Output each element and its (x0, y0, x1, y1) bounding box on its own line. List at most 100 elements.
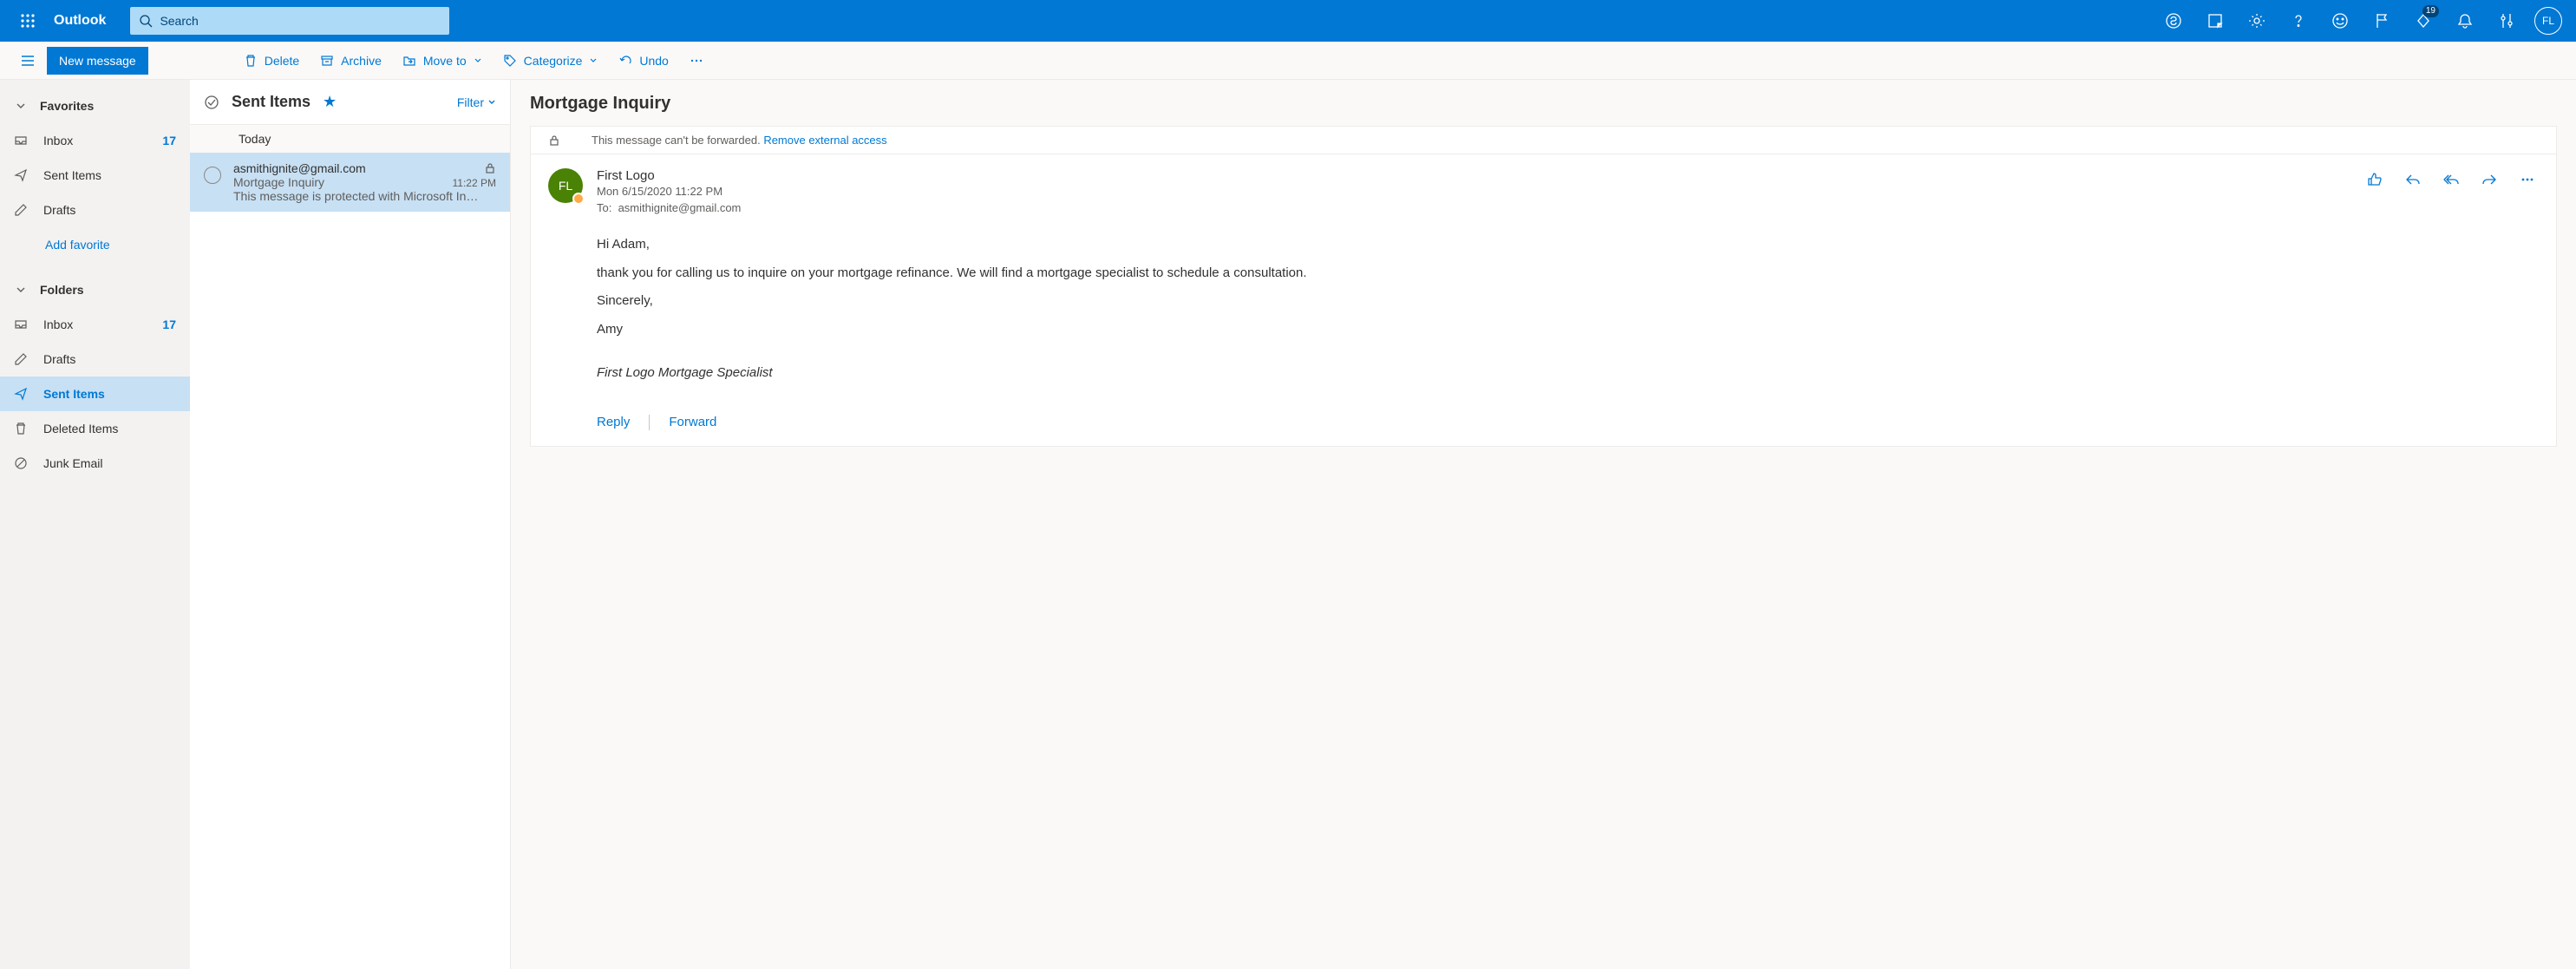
nav-sent-items[interactable]: Sent Items (0, 158, 190, 193)
search-icon (139, 14, 153, 28)
to-value: asmithignite@gmail.com (618, 201, 742, 214)
folder-move-icon (402, 54, 416, 68)
chevron-down-icon (14, 285, 28, 295)
presence-away-icon (572, 193, 585, 205)
nav-drafts[interactable]: Drafts (0, 193, 190, 227)
add-favorite-link[interactable]: Add favorite (0, 227, 190, 262)
message-from: asmithignite@gmail.com (233, 161, 484, 175)
message-item[interactable]: asmithignite@gmail.com Mortgage Inquiry … (190, 153, 510, 212)
folders-header[interactable]: Folders (0, 272, 190, 307)
folder-drafts[interactable]: Drafts (0, 342, 190, 376)
folder-junk-email[interactable]: Junk Email (0, 446, 190, 481)
undo-icon (618, 54, 632, 68)
hamburger-icon[interactable] (10, 43, 45, 78)
sender-name: First Logo (597, 168, 2350, 183)
chevron-down-icon (487, 98, 496, 107)
reply-button[interactable]: Reply (597, 415, 630, 429)
tools-icon[interactable] (2486, 0, 2527, 42)
ellipsis-icon (690, 54, 703, 68)
lock-icon (548, 134, 560, 147)
help-icon[interactable] (2278, 0, 2319, 42)
categorize-button[interactable]: Categorize (493, 42, 609, 80)
chevron-down-icon (14, 101, 28, 111)
header-icons: 19 FL (2153, 0, 2569, 42)
folder-sent-items[interactable]: Sent Items (0, 376, 190, 411)
sender-avatar[interactable]: FL (548, 168, 583, 203)
list-group-heading: Today (190, 125, 510, 153)
move-to-button[interactable]: Move to (392, 42, 493, 80)
emoji-icon[interactable] (2319, 0, 2361, 42)
list-title: Sent Items (232, 93, 311, 111)
protection-banner: This message can't be forwarded. Remove … (531, 127, 2556, 154)
inbox-icon (14, 318, 28, 331)
send-icon (14, 168, 28, 182)
message-subject: Mortgage Inquiry (233, 175, 453, 189)
reading-footer: Reply Forward (531, 409, 2556, 446)
message-list-header: Sent Items ★ Filter (190, 80, 510, 125)
sent-date: Mon 6/15/2020 11:22 PM (597, 185, 2350, 198)
like-icon[interactable] (2364, 168, 2386, 191)
message-list: Sent Items ★ Filter Today asmithignite@g… (190, 80, 511, 969)
folder-deleted-items[interactable]: Deleted Items (0, 411, 190, 446)
send-icon (14, 387, 28, 401)
tag-icon (503, 54, 517, 68)
nav-inbox[interactable]: Inbox 17 (0, 123, 190, 158)
lock-icon (484, 162, 496, 174)
search-input[interactable] (160, 14, 441, 28)
folder-inbox[interactable]: Inbox 17 (0, 307, 190, 342)
archive-icon (320, 54, 334, 68)
separator (649, 415, 650, 430)
diamond-icon[interactable]: 19 (2403, 0, 2444, 42)
inbox-icon (14, 134, 28, 147)
delete-button[interactable]: Delete (233, 42, 310, 80)
forward-icon[interactable] (2478, 168, 2501, 191)
body-line: Hi Adam, (597, 235, 2539, 255)
chevron-down-icon (589, 56, 598, 65)
flag-icon[interactable] (2361, 0, 2403, 42)
body-line: Sincerely, (597, 291, 2539, 311)
message-preview: This message is protected with Microsoft… (233, 189, 496, 203)
command-bar: New message Delete Archive Move to Categ… (0, 42, 2576, 80)
pencil-icon (14, 203, 28, 217)
reading-subject: Mortgage Inquiry (530, 94, 2557, 114)
protection-text: This message can't be forwarded. (592, 134, 763, 147)
message-time: 11:22 PM (453, 177, 496, 189)
main-area: Favorites Inbox 17 Sent Items Drafts Add… (0, 80, 2576, 969)
notification-badge: 19 (2422, 5, 2439, 17)
select-all-icon[interactable] (204, 95, 219, 110)
notes-icon[interactable] (2194, 0, 2236, 42)
more-actions-button[interactable] (679, 42, 714, 80)
forward-button[interactable]: Forward (669, 415, 716, 429)
account-avatar[interactable]: FL (2527, 0, 2569, 42)
search-box[interactable] (130, 7, 449, 35)
archive-button[interactable]: Archive (310, 42, 392, 80)
filter-button[interactable]: Filter (457, 95, 496, 109)
body-line: Amy (597, 320, 2539, 340)
app-launcher-icon[interactable] (7, 0, 49, 42)
brand-label: Outlook (54, 13, 106, 29)
reply-icon[interactable] (2402, 168, 2424, 191)
reply-all-icon[interactable] (2440, 168, 2462, 191)
pencil-icon (14, 352, 28, 366)
chevron-down-icon (474, 56, 482, 65)
reading-actions (2364, 168, 2539, 191)
favorite-star-icon[interactable]: ★ (323, 93, 337, 111)
more-icon[interactable] (2516, 168, 2539, 191)
bell-icon[interactable] (2444, 0, 2486, 42)
trash-icon (14, 422, 28, 435)
reading-card: This message can't be forwarded. Remove … (530, 126, 2557, 447)
settings-icon[interactable] (2236, 0, 2278, 42)
favorites-header[interactable]: Favorites (0, 88, 190, 123)
new-message-button[interactable]: New message (47, 47, 148, 75)
reading-header: FL First Logo Mon 6/15/2020 11:22 PM To:… (531, 154, 2556, 223)
undo-button[interactable]: Undo (608, 42, 678, 80)
signature: First Logo Mortgage Specialist (597, 363, 2539, 383)
remove-access-link[interactable]: Remove external access (763, 134, 886, 147)
trash-icon (244, 54, 258, 68)
blocked-icon (14, 456, 28, 470)
suite-header: Outlook 19 FL (0, 0, 2576, 42)
skype-icon[interactable] (2153, 0, 2194, 42)
folder-nav: Favorites Inbox 17 Sent Items Drafts Add… (0, 80, 190, 969)
select-message-checkbox[interactable] (204, 167, 221, 184)
reading-pane: Mortgage Inquiry This message can't be f… (511, 80, 2576, 969)
